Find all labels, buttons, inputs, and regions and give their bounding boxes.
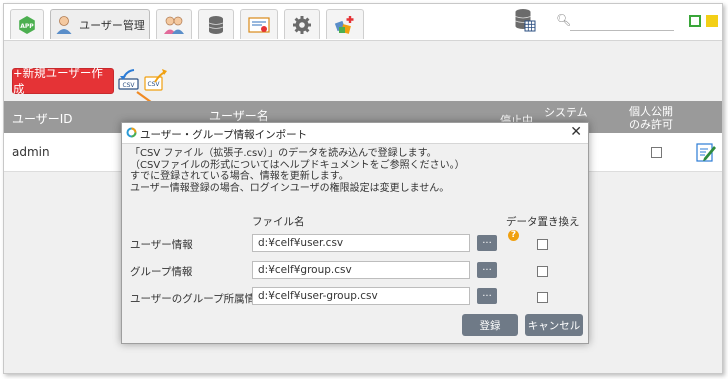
cancel-button[interactable]: キャンセル	[525, 314, 583, 336]
browse-button[interactable]: ...	[477, 262, 497, 278]
tab-app[interactable]: APP	[10, 9, 44, 39]
edit-icon[interactable]	[695, 141, 717, 163]
tab-database[interactable]	[198, 9, 234, 39]
app-logo-icon	[126, 127, 137, 138]
group-info-path-input[interactable]	[252, 261, 470, 279]
user-info-path-input[interactable]	[252, 234, 470, 252]
description-line: ユーザー情報登録の場合、ログインユーザの権限設定は変更しません。	[130, 182, 450, 194]
puzzle-add-icon	[334, 15, 354, 34]
row-personal-public-checkbox[interactable]	[651, 147, 662, 158]
database-grid-icon[interactable]	[514, 8, 536, 34]
import-dialog: ユーザー・グループ情報インポート ✕ 「CSV ファイル（拡張子.csv）」のデ…	[121, 122, 589, 344]
tab-plugins[interactable]	[326, 9, 364, 39]
user-icon	[56, 15, 72, 34]
dialog-title: ユーザー・グループ情報インポート	[140, 129, 308, 141]
header-user-id[interactable]: ユーザーID	[12, 110, 73, 127]
status-green-square[interactable]	[689, 15, 701, 27]
row-label-user-group-info: ユーザーのグループ所属情報	[130, 293, 266, 305]
register-button[interactable]: 登録	[462, 314, 518, 336]
header-system[interactable]: システム	[544, 104, 588, 120]
help-icon[interactable]: ?	[508, 229, 519, 241]
header-personal-public[interactable]: 個人公開 のみ許可	[629, 105, 673, 131]
column-replace: データ置き換え?	[506, 214, 588, 241]
csv-import-label: CSV	[122, 82, 135, 89]
search-input[interactable]	[570, 10, 674, 31]
header-personal-public-line2: のみ許可	[629, 118, 673, 131]
tab-user-management[interactable]: ユーザー管理	[50, 9, 150, 39]
app-window: APP ユーザー管理 🔍︎ +新規ユーザー作成 CSV CSV ユーザーID ユ…	[3, 3, 723, 374]
row-label-group-info: グループ情報	[130, 266, 193, 278]
search-icon: 🔍︎	[556, 13, 572, 27]
browse-button[interactable]: ...	[477, 235, 497, 251]
tab-settings[interactable]	[284, 9, 320, 39]
tab-group[interactable]	[156, 9, 192, 39]
description-line: （CSVファイルの形式についてはヘルプドキュメントをご参照ください。）	[130, 159, 465, 171]
tab-user-management-label: ユーザー管理	[79, 18, 145, 32]
csv-import-icon[interactable]: CSV	[116, 68, 140, 92]
description-line: すでに登録されている場合、情報を更新します。	[130, 171, 349, 182]
app-icon: APP	[19, 15, 35, 34]
svg-text:APP: APP	[20, 23, 34, 30]
top-navigation: APP ユーザー管理 🔍︎	[4, 4, 722, 41]
dialog-description: 「CSV ファイル（拡張子.csv）」のデータを読み込んで登録します。 （CSV…	[130, 148, 465, 194]
user-group-path-input[interactable]	[252, 287, 470, 305]
header-personal-public-line1: 個人公開	[629, 105, 673, 118]
group-info-replace-checkbox[interactable]	[537, 266, 548, 277]
user-group-replace-checkbox[interactable]	[537, 292, 548, 303]
dialog-titlebar: ユーザー・グループ情報インポート ✕	[122, 123, 588, 144]
certificate-icon	[248, 16, 270, 33]
csv-export-icon[interactable]: CSV	[143, 68, 169, 92]
group-icon	[164, 16, 184, 34]
status-yellow-square[interactable]	[706, 15, 718, 27]
column-replace-label: データ置き換え	[506, 216, 580, 228]
column-filename: ファイル名	[252, 216, 305, 228]
database-icon	[208, 15, 224, 34]
tab-certificate[interactable]	[240, 9, 278, 39]
gear-icon	[293, 15, 311, 34]
csv-export-label: CSV	[147, 81, 160, 88]
close-icon[interactable]: ✕	[570, 124, 582, 140]
description-line: 「CSV ファイル（拡張子.csv）」のデータを読み込んで登録します。	[130, 148, 437, 159]
browse-button[interactable]: ...	[477, 288, 497, 304]
user-info-replace-checkbox[interactable]	[537, 239, 548, 250]
row-label-user-info: ユーザー情報	[130, 239, 193, 251]
row-user-id[interactable]: admin	[12, 145, 50, 159]
new-user-button[interactable]: +新規ユーザー作成	[12, 66, 114, 96]
